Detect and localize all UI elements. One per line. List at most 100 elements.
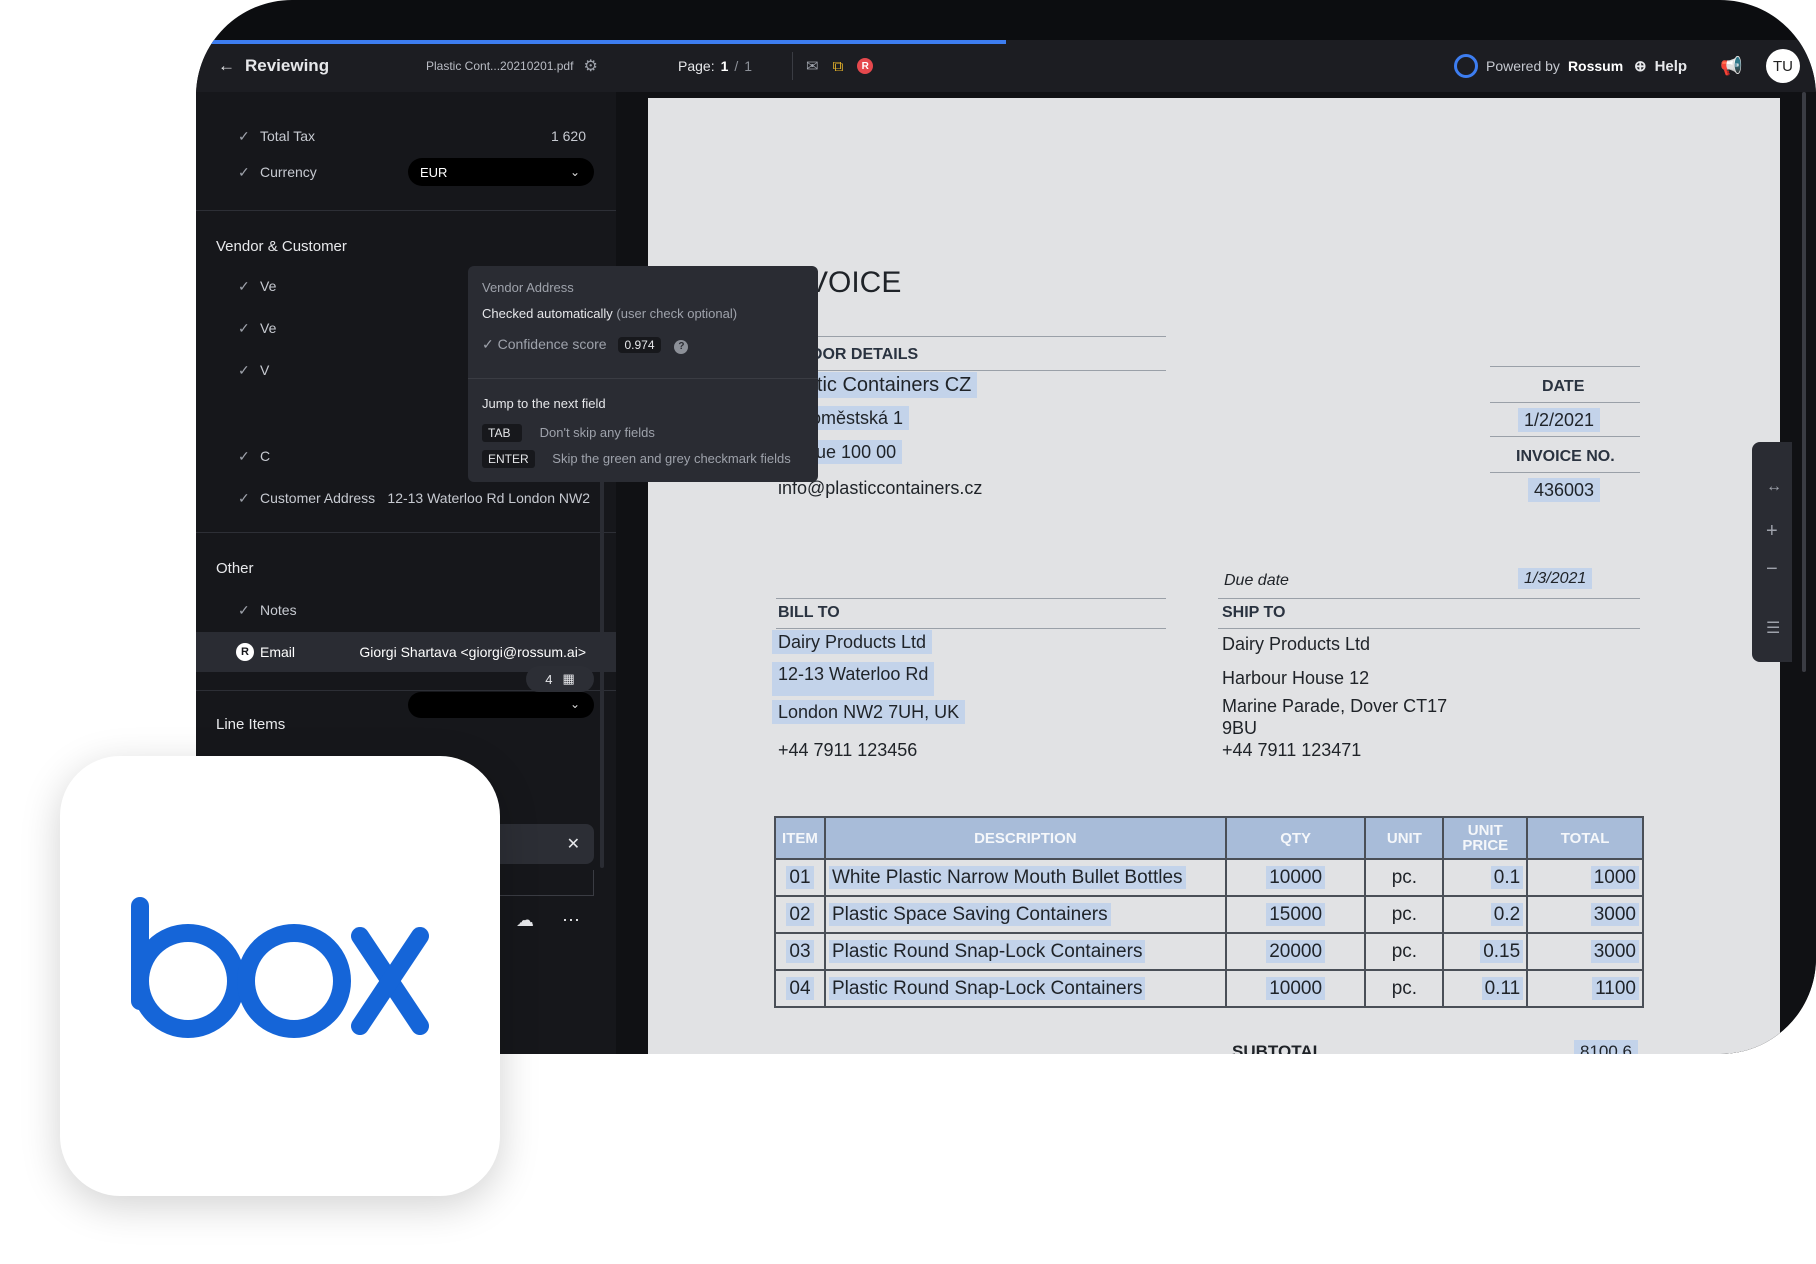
currency-value: EUR xyxy=(420,164,448,180)
column-header: ITEM xyxy=(774,816,826,860)
field-value: 12-13 Waterloo Rd London NW2 xyxy=(387,490,590,506)
rossum-badge-icon: R xyxy=(236,643,254,661)
powered-by: Powered by Rossum xyxy=(1454,40,1623,92)
close-icon[interactable]: ✕ xyxy=(567,834,580,854)
field-customer-address[interactable]: ✓ Customer Address 12-13 Waterloo Rd Lon… xyxy=(196,480,616,516)
check-icon: ✓ xyxy=(238,489,250,506)
table-row[interactable]: 01 White Plastic Narrow Mouth Bullet Bott… xyxy=(774,858,1644,897)
question-icon[interactable]: ? xyxy=(674,340,689,354)
rule xyxy=(1490,472,1640,473)
tooltip-status: Checked automatically (user check option… xyxy=(482,306,737,321)
table-cell: 20000 xyxy=(1224,932,1367,971)
file-name: Plastic Cont...20210201.pdf ⚙ xyxy=(426,40,598,92)
bill-street[interactable]: 12-13 Waterloo Rd xyxy=(772,662,935,696)
rule xyxy=(776,336,1166,337)
page-label: Page: xyxy=(678,58,715,74)
sidebar-footer-actions: ☁ ⋯ xyxy=(516,910,580,931)
tooltip-status-bold: Checked automatically xyxy=(482,306,613,321)
subtotal-value[interactable]: 8100.6 xyxy=(1574,1040,1638,1054)
progress-bar xyxy=(196,40,1006,44)
document-scrollbar[interactable] xyxy=(1802,92,1806,672)
currency-select[interactable]: EUR ⌄ xyxy=(408,158,594,186)
bill-name[interactable]: Dairy Products Ltd xyxy=(772,630,933,654)
table-row[interactable]: 04 Plastic Round Snap-Lock Containers 1000… xyxy=(774,969,1644,1008)
table-cell-text: pc. xyxy=(1391,940,1418,962)
check-icon: ✓ xyxy=(238,319,250,336)
mail-icon[interactable]: ✉ xyxy=(806,57,819,75)
duplicate-icon[interactable]: ⧉ xyxy=(833,58,844,75)
search-text-icon[interactable]: ☰ xyxy=(1766,618,1780,638)
file-name-text: Plastic Cont...20210201.pdf xyxy=(426,59,574,73)
field-value: 1 620 xyxy=(550,128,586,144)
bill-city[interactable]: London NW2 7UH, UK xyxy=(772,700,966,724)
subtotal-value-text: 8100.6 xyxy=(1574,1040,1638,1054)
field-label: Email xyxy=(260,644,296,660)
subtotal-label: SUBTOTAL xyxy=(1232,1042,1323,1054)
table-cell: 1100 xyxy=(1526,969,1644,1008)
table-cell: pc. xyxy=(1364,932,1445,971)
table-cell-text: 3000 xyxy=(1590,902,1639,926)
help-label: Help xyxy=(1654,57,1688,75)
date-value[interactable]: 1/2/2021 xyxy=(1518,408,1601,432)
rossum-badge-icon[interactable]: R xyxy=(857,58,874,74)
chevron-down-icon: ⌄ xyxy=(569,165,580,179)
table-cell-text: pc. xyxy=(1391,903,1418,925)
gear-icon[interactable]: ⚙ xyxy=(583,56,597,76)
line-items-select[interactable]: ⌄ xyxy=(408,692,594,718)
zoom-toolbar: ↔ + − ☰ xyxy=(1752,442,1792,662)
announcements-button[interactable]: 📢 xyxy=(1720,40,1742,92)
table-cell-text: Plastic Round Snap-Lock Containers xyxy=(828,976,1146,1000)
rule xyxy=(776,370,1166,371)
brand-name: Rossum xyxy=(1567,58,1624,74)
fit-width-icon[interactable]: ↔ xyxy=(1766,478,1782,496)
rule xyxy=(776,598,1166,599)
table-cell: 10000 xyxy=(1224,858,1367,897)
table-cell: pc. xyxy=(1364,858,1445,897)
back-button[interactable]: ← Reviewing xyxy=(218,40,329,92)
invoice-no-value[interactable]: 436003 xyxy=(1528,478,1601,502)
help-button[interactable]: ⊕ Help xyxy=(1634,40,1687,92)
zoom-out-icon[interactable]: − xyxy=(1766,558,1778,581)
due-date-text: 1/3/2021 xyxy=(1518,568,1593,589)
user-avatar[interactable]: TU xyxy=(1766,40,1800,92)
tooltip-tab-hint: TAB Don't skip any fields xyxy=(482,424,655,442)
page-current: 1 xyxy=(720,58,729,74)
toolbar-divider xyxy=(792,52,793,80)
section-divider xyxy=(196,210,616,211)
more-icon[interactable]: ⋯ xyxy=(562,910,580,931)
table-cell-text: 20000 xyxy=(1266,939,1326,963)
field-label: V xyxy=(260,362,270,378)
page-separator: / xyxy=(734,58,739,74)
column-header: UNIT PRICE xyxy=(1442,816,1529,860)
cloud-upload-icon[interactable]: ☁ xyxy=(516,910,534,931)
column-header: TOTAL xyxy=(1526,816,1644,860)
box-logo-card xyxy=(60,756,500,1196)
table-cell-text: 10000 xyxy=(1266,865,1326,889)
table-cell-text: pc. xyxy=(1391,977,1418,999)
table-row[interactable]: 02 Plastic Space Saving Containers 15000 pc… xyxy=(774,895,1644,934)
field-total-tax[interactable]: ✓ Total Tax 1 620 xyxy=(196,118,616,154)
section-title-vendor: Vendor & Customer xyxy=(216,238,347,255)
section-title-other: Other xyxy=(216,560,254,577)
page-total: 1 xyxy=(744,58,753,74)
zoom-in-icon[interactable]: + xyxy=(1766,520,1778,543)
field-label: Customer Address xyxy=(260,490,376,506)
table-cell-text: 0.1 xyxy=(1490,865,1524,889)
due-date-value[interactable]: 1/3/2021 xyxy=(1518,568,1593,589)
check-icon: ✓ xyxy=(238,127,250,144)
check-icon: ✓ xyxy=(238,447,250,464)
field-notes[interactable]: ✓ Notes xyxy=(196,592,616,628)
table-cell-text: 01 xyxy=(786,865,814,889)
check-icon: ✓ xyxy=(238,163,250,180)
table-cell: 10000 xyxy=(1224,969,1367,1008)
table-cell: 0.1 xyxy=(1442,858,1529,897)
grid-icon: ▦ xyxy=(562,671,575,686)
table-cell: 0.2 xyxy=(1442,895,1529,934)
column-header: DESCRIPTION xyxy=(823,816,1227,860)
tooltip-divider xyxy=(468,378,818,379)
line-items-count[interactable]: 4 ▦ xyxy=(526,666,594,692)
check-icon: ✓ xyxy=(238,361,250,378)
arrow-left-icon: ← xyxy=(218,56,235,75)
table-row[interactable]: 03 Plastic Round Snap-Lock Containers 2000… xyxy=(774,932,1644,971)
back-label: Reviewing xyxy=(245,56,330,75)
